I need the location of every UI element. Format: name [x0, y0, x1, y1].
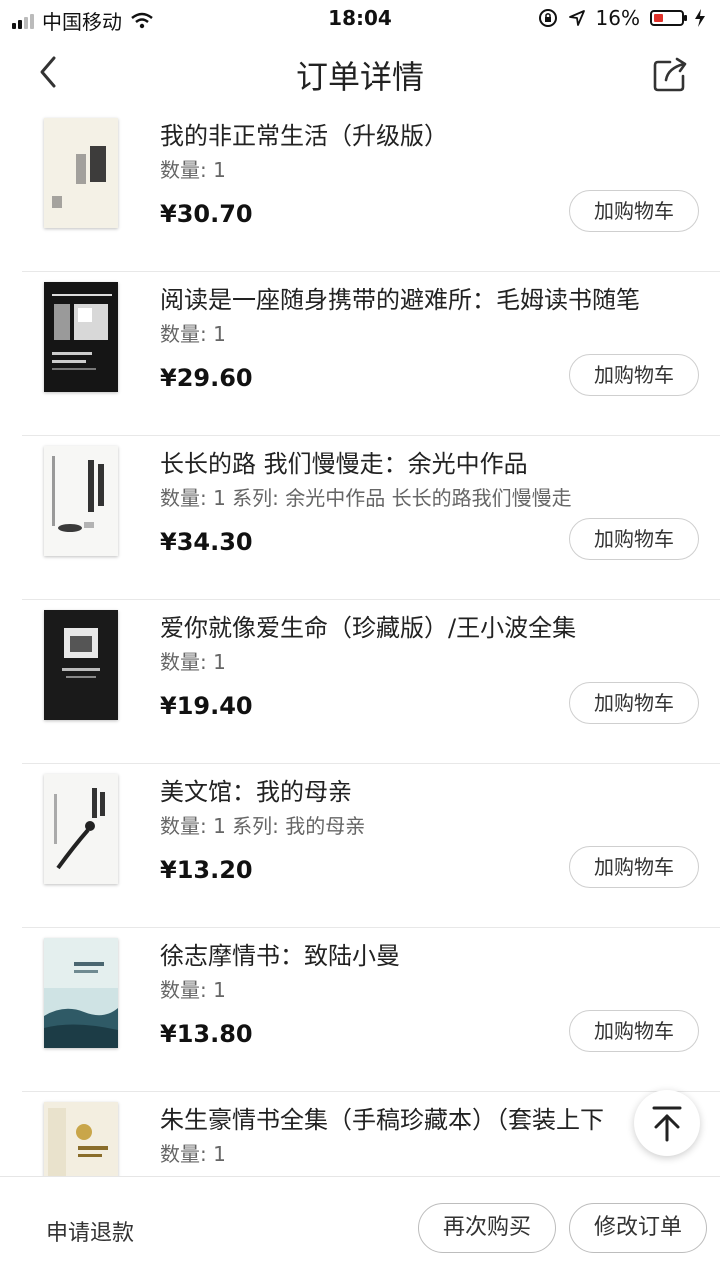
book-cover-image	[44, 1102, 118, 1176]
price-text: ¥19.40	[160, 692, 253, 720]
book-title[interactable]: 徐志摩情书：致陆小曼	[160, 936, 710, 971]
order-item-list[interactable]: 我的非正常生活（升级版） 数量: 1 ¥30.70 加购物车 阅读是一座随身携带…	[0, 108, 720, 1176]
arrow-up-to-top-icon	[652, 1106, 682, 1142]
add-to-cart-button[interactable]: 加购物车	[569, 846, 699, 888]
quantity-text: 数量: 1	[160, 322, 226, 346]
book-cover-image	[44, 118, 118, 228]
book-cover-image	[44, 938, 118, 1048]
quantity-text: 数量: 1	[160, 1142, 226, 1166]
status-bar: 中国移动 18:04 16%	[0, 0, 720, 36]
quantity-text: 数量: 1	[160, 158, 226, 182]
price-text: ¥30.70	[160, 200, 253, 228]
order-item: 徐志摩情书：致陆小曼 数量: 1 ¥13.80 加购物车	[0, 928, 720, 1092]
order-item: 美文馆：我的母亲 数量: 1 系列: 我的母亲 ¥13.20 加购物车	[0, 764, 720, 928]
battery-icon	[650, 10, 687, 26]
modify-order-button[interactable]: 修改订单	[569, 1203, 707, 1253]
book-title[interactable]: 朱生豪情书全集（手稿珍藏本）（套装上下	[160, 1100, 710, 1135]
battery-level	[654, 14, 663, 22]
quantity-text: 数量: 1 系列: 余光中作品 长长的路我们慢慢走	[160, 486, 572, 510]
add-to-cart-button[interactable]: 加购物车	[569, 190, 699, 232]
request-refund-link[interactable]: 申请退款	[46, 1215, 134, 1247]
order-item: 阅读是一座随身携带的避难所：毛姆读书随笔 数量: 1 ¥29.60 加购物车	[0, 272, 720, 436]
quantity-text: 数量: 1 系列: 我的母亲	[160, 814, 366, 838]
book-cover-image	[44, 282, 118, 392]
book-cover-image	[44, 774, 118, 884]
quantity-text: 数量: 1	[160, 650, 226, 674]
book-title[interactable]: 爱你就像爱生命（珍藏版）/王小波全集	[160, 608, 710, 643]
price-text: ¥29.60	[160, 364, 253, 392]
order-item: 朱生豪情书全集（手稿珍藏本）（套装上下 数量: 1	[0, 1092, 720, 1176]
book-title[interactable]: 长长的路 我们慢慢走：余光中作品	[160, 444, 710, 479]
book-title[interactable]: 美文馆：我的母亲	[160, 772, 710, 807]
book-cover-image	[44, 446, 118, 556]
price-text: ¥34.30	[160, 528, 253, 556]
location-arrow-icon	[568, 10, 585, 26]
add-to-cart-button[interactable]: 加购物车	[569, 354, 699, 396]
order-item: 我的非正常生活（升级版） 数量: 1 ¥30.70 加购物车	[0, 108, 720, 272]
price-text: ¥13.20	[160, 856, 253, 884]
book-title[interactable]: 阅读是一座随身携带的避难所：毛姆读书随笔	[160, 280, 710, 315]
add-to-cart-button[interactable]: 加购物车	[569, 1010, 699, 1052]
back-to-top-button[interactable]	[634, 1090, 700, 1156]
share-icon[interactable]	[650, 54, 690, 94]
status-right: 16%	[538, 6, 706, 30]
rotation-lock-icon	[538, 9, 557, 27]
add-to-cart-button[interactable]: 加购物车	[569, 518, 699, 560]
nav-bar: 订单详情	[0, 38, 720, 108]
rebuy-button[interactable]: 再次购买	[418, 1203, 556, 1253]
book-cover-image	[44, 610, 118, 720]
book-title[interactable]: 我的非正常生活（升级版）	[160, 116, 710, 151]
add-to-cart-button[interactable]: 加购物车	[569, 682, 699, 724]
order-item: 长长的路 我们慢慢走：余光中作品 数量: 1 系列: 余光中作品 长长的路我们慢…	[0, 436, 720, 600]
bottom-action-bar: 申请退款 再次购买 修改订单	[0, 1176, 720, 1281]
battery-percent: 16%	[595, 6, 640, 30]
charging-bolt-icon	[695, 9, 705, 27]
quantity-text: 数量: 1	[160, 978, 226, 1002]
price-text: ¥13.80	[160, 1020, 253, 1048]
order-item: 爱你就像爱生命（珍藏版）/王小波全集 数量: 1 ¥19.40 加购物车	[0, 600, 720, 764]
page-title: 订单详情	[295, 58, 424, 96]
